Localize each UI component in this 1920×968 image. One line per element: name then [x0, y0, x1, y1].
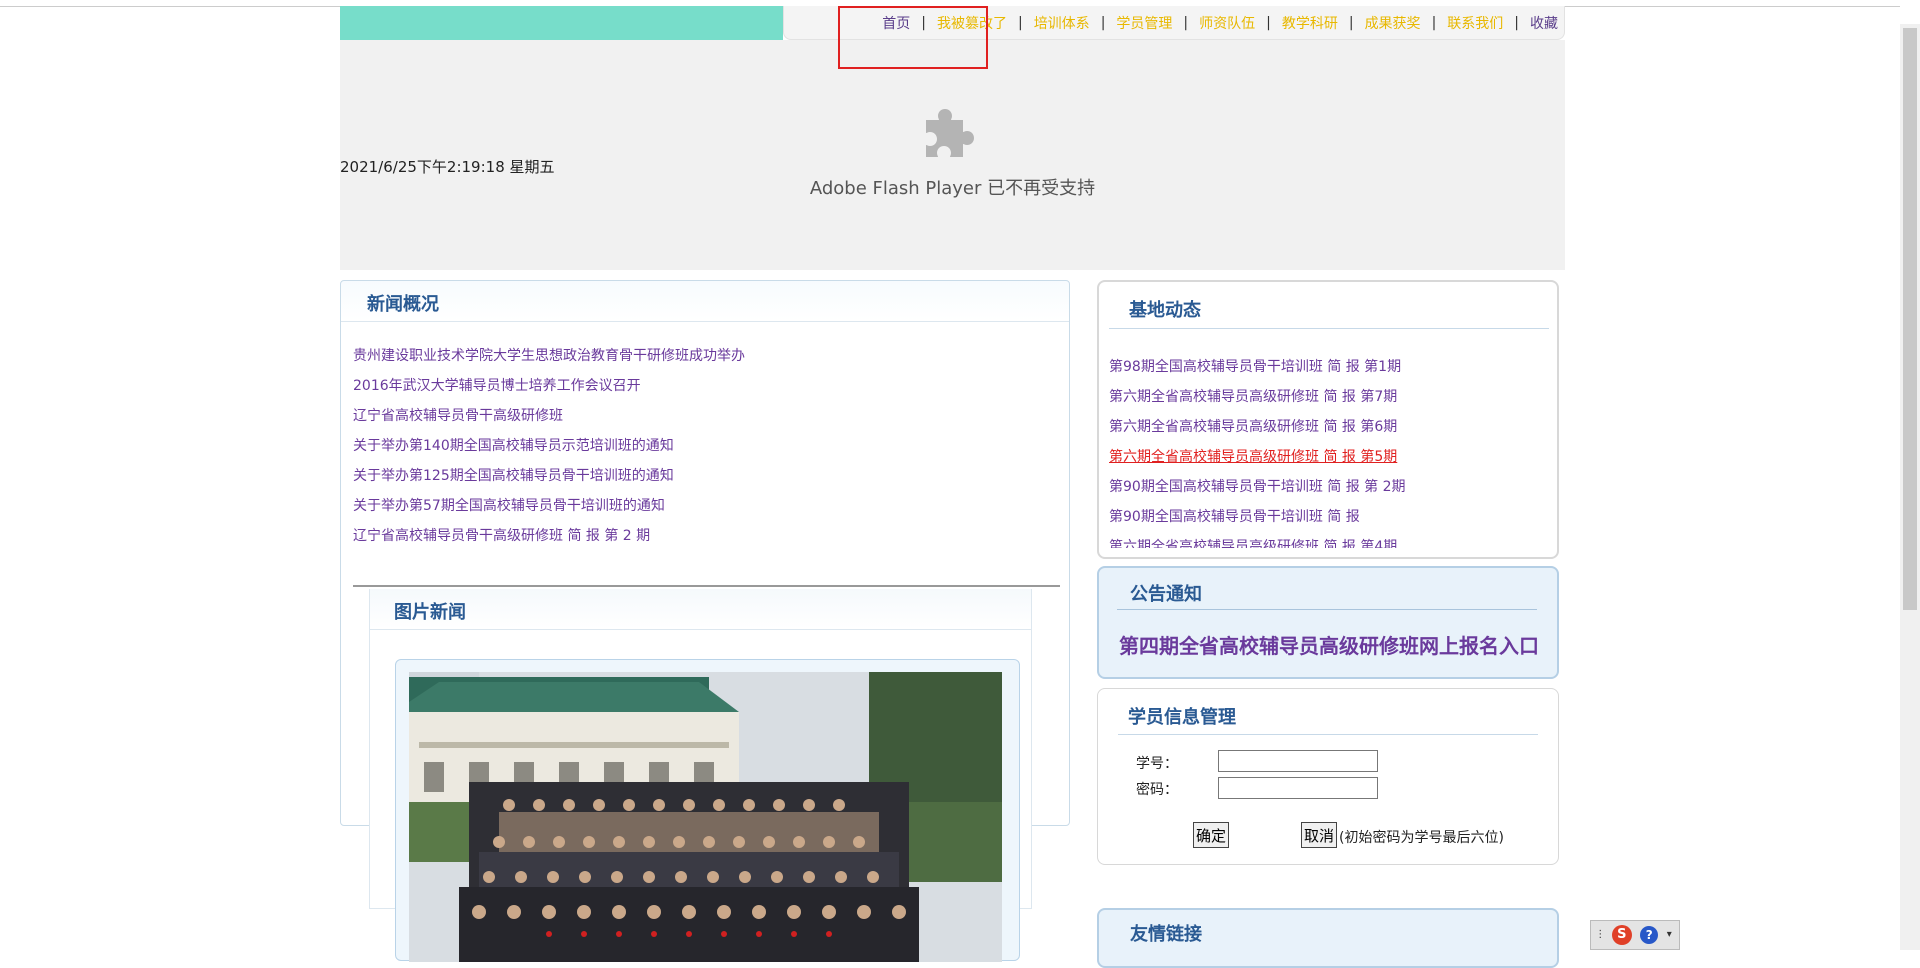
flash-unsupported-message: Adobe Flash Player 已不再受支持	[809, 178, 1096, 199]
nav-separator: |	[1431, 14, 1437, 31]
news-item[interactable]: 关于举办第125期全国高校辅导员骨干培训班的通知	[353, 465, 745, 495]
login-header-line	[1118, 734, 1538, 735]
page-container: 首页 | 我被篡改了 | 培训体系 | 学员管理 | 师资队伍 | 教学科研 |…	[340, 6, 1565, 968]
base-news-item[interactable]: 第六期全省高校辅导员高级研修班 简 报 第7期	[1109, 386, 1406, 416]
student-id-label: 学号：	[1136, 756, 1178, 772]
news-item[interactable]: 2016年武汉大学辅导员博士培养工作会议召开	[353, 375, 745, 405]
notice-header-line	[1117, 609, 1537, 610]
password-hint: (初始密码为学号最后六位)	[1339, 830, 1504, 846]
nav-separator: |	[1017, 14, 1023, 31]
help-icon[interactable]: ?	[1640, 926, 1659, 944]
confirm-button[interactable]: 确定	[1193, 822, 1230, 848]
nav-separator: |	[1183, 14, 1189, 31]
nav-separator: |	[1514, 14, 1519, 31]
news-item[interactable]: 关于举办第140期全国高校辅导员示范培训班的通知	[353, 435, 745, 465]
password-label: 密码：	[1136, 782, 1178, 798]
picture-news-header-line	[370, 629, 1031, 630]
base-news-item[interactable]: 第六期全省高校辅导员高级研修班 简 报 第4期	[1109, 536, 1406, 548]
nav-favorite[interactable]: 收藏	[1530, 13, 1558, 33]
cancel-button[interactable]: 取消	[1301, 822, 1338, 848]
puzzle-icon	[926, 109, 974, 157]
notice-panel: 公告通知 第四期全省高校辅导员高级研修班网上报名入口	[1097, 566, 1559, 679]
notice-title: 公告通知	[1130, 584, 1202, 605]
news-item[interactable]: 贵州建设职业技术学院大学生思想政治教育骨干研修班成功举办	[353, 345, 745, 375]
nav-training-system[interactable]: 培训体系	[1034, 13, 1090, 33]
scrollbar-thumb[interactable]	[1903, 28, 1917, 610]
base-news-item[interactable]: 第六期全省高校辅导员高级研修班 简 报 第6期	[1109, 416, 1406, 446]
base-news-header-line	[1109, 328, 1549, 329]
friend-links-title: 友情链接	[1130, 924, 1202, 945]
ime-toolbar[interactable]: ⋮ S ? ▾	[1590, 920, 1680, 950]
nav-separator: |	[1266, 14, 1271, 31]
nav-awards[interactable]: 成果获奖	[1365, 13, 1421, 33]
base-news-list: 第98期全国高校辅导员骨干培训班 简 报 第1期 第六期全省高校辅导员高级研修班…	[1109, 356, 1406, 548]
news-divider	[353, 585, 1060, 587]
login-title: 学员信息管理	[1128, 707, 1236, 728]
news-item[interactable]: 关于举办第57期全国高校辅导员骨干培训班的通知	[353, 495, 745, 525]
news-panel-header	[341, 281, 1069, 322]
picture-news-title: 图片新闻	[394, 602, 466, 623]
base-news-item-hovered[interactable]: 第六期全省高校辅导员高级研修班 简 报 第5期	[1109, 446, 1406, 476]
highlight-annotation-box	[838, 6, 988, 69]
flash-placeholder: Adobe Flash Player 已不再受支持 2021/6/25下午2:1…	[340, 40, 1565, 270]
password-input[interactable]	[1218, 777, 1378, 799]
nav-separator: |	[1100, 14, 1106, 31]
header-banner	[340, 6, 783, 40]
nav-faculty[interactable]: 师资队伍	[1199, 13, 1255, 33]
news-overview-panel: 新闻概况 贵州建设职业技术学院大学生思想政治教育骨干研修班成功举办 2016年武…	[340, 280, 1070, 962]
base-news-title: 基地动态	[1129, 300, 1201, 321]
news-panel-title: 新闻概况	[367, 294, 439, 315]
nav-separator: |	[1348, 14, 1354, 31]
base-news-item[interactable]: 第98期全国高校辅导员骨干培训班 简 报 第1期	[1109, 356, 1406, 386]
nav-teaching-research[interactable]: 教学科研	[1282, 13, 1338, 33]
grip-icon: ⋮	[1595, 929, 1606, 940]
news-list: 贵州建设职业技术学院大学生思想政治教育骨干研修班成功举办 2016年武汉大学辅导…	[353, 345, 745, 555]
base-news-item[interactable]: 第90期全国高校辅导员骨干培训班 简 报	[1109, 506, 1406, 536]
picture-news-frame	[395, 659, 1020, 962]
friend-links-panel: 友情链接	[1097, 908, 1559, 968]
news-item[interactable]: 辽宁省高校辅导员骨干高级研修班	[353, 405, 745, 435]
menu-arrow-icon[interactable]: ▾	[1667, 926, 1675, 944]
picture-news-panel: 图片新闻	[369, 589, 1032, 962]
nav-contact[interactable]: 联系我们	[1447, 13, 1503, 33]
base-news-panel: 基地动态 第98期全国高校辅导员骨干培训班 简 报 第1期 第六期全省高校辅导员…	[1097, 280, 1559, 559]
nav-student-management[interactable]: 学员管理	[1116, 13, 1172, 33]
student-login-panel: 学员信息管理 学号： 密码： 确定 取消 (初始密码为学号最后六位)	[1097, 688, 1559, 865]
sogou-icon[interactable]: S	[1611, 925, 1632, 945]
registration-link[interactable]: 第四期全省高校辅导员高级研修班网上报名入口	[1119, 630, 1539, 659]
student-id-input[interactable]	[1218, 750, 1378, 772]
base-news-item[interactable]: 第90期全国高校辅导员骨干培训班 简 报 第 2期	[1109, 476, 1406, 506]
group-photo[interactable]	[409, 672, 1002, 962]
datetime-display: 2021/6/25下午2:19:18 星期五	[340, 158, 555, 176]
news-item[interactable]: 辽宁省高校辅导员骨干高级研修班 简 报 第 2 期	[353, 525, 745, 555]
